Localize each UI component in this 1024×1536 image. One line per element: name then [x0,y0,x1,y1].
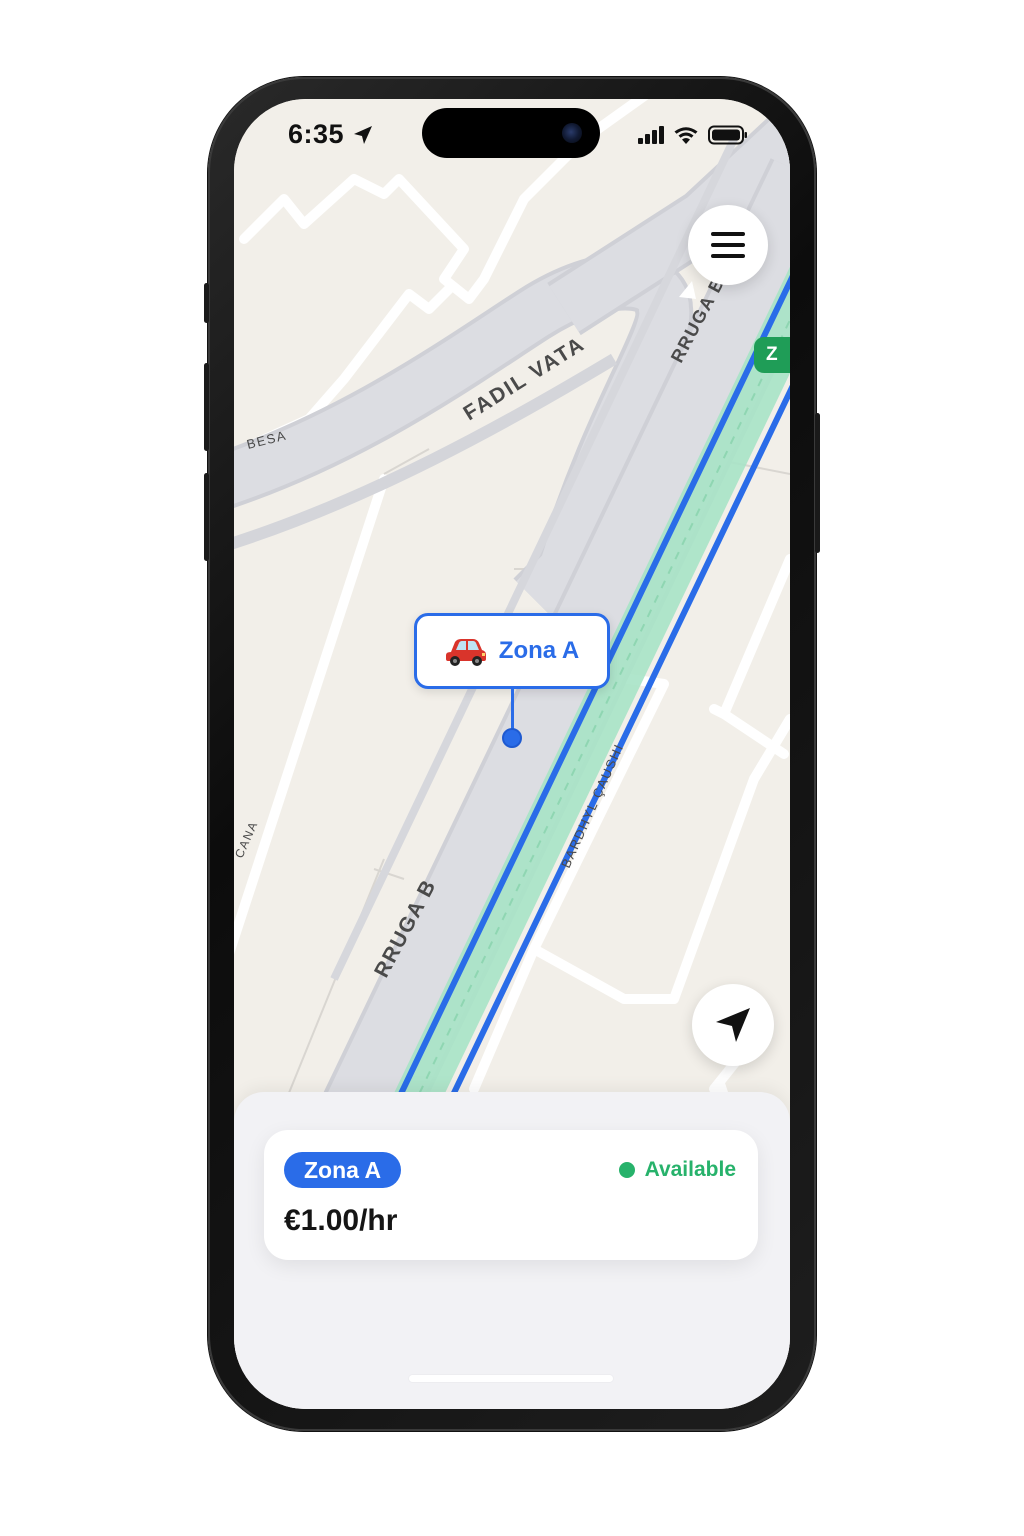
wifi-icon [674,126,698,144]
zone-info-card[interactable]: Zona A Available €1.00/hr [264,1130,758,1260]
availability-label: Available [644,1158,736,1181]
menu-button[interactable] [688,205,768,285]
zone-marker-label: Zona A [498,637,580,664]
zone-name-label: Zona A [304,1156,382,1183]
bottom-sheet: Zona A Available €1.00/hr [234,1092,790,1409]
action-button [204,283,209,323]
status-time: 6:35 [288,119,345,149]
zone-name-badge: Zona A [284,1152,402,1188]
screen: FADIL VATA BESA RRUGA B RRUGA B BARDHYL … [234,99,790,1409]
stage: FADIL VATA BESA RRUGA B RRUGA B BARDHYL … [0,0,1024,1536]
edge-zone-badge-label: Z [766,344,778,365]
volume-down-button [204,473,209,561]
location-arrow-icon [354,126,372,144]
zone-marker-stem [511,689,514,729]
edge-zone-badge[interactable]: Z [754,337,790,373]
availability-status: Available [618,1158,736,1182]
zone-marker-callout[interactable]: Zona A [414,613,610,689]
home-indicator[interactable] [409,1375,613,1382]
status-icons [638,125,748,145]
availability-dot-icon [618,1162,635,1178]
dynamic-island [422,108,600,158]
hamburger-menu-icon [711,232,745,258]
camera-icon [562,123,582,143]
navigation-arrow-icon [716,1008,750,1042]
battery-icon [708,125,747,145]
power-button [815,413,820,553]
zone-price: €1.00/hr [284,1204,398,1237]
volume-up-button [204,363,209,451]
zone-marker-pin[interactable] [502,728,522,748]
car-icon [445,639,486,666]
status-bar: 6:35 [234,99,790,171]
locate-me-button[interactable] [692,984,774,1066]
cellular-signal-icon [638,126,664,144]
